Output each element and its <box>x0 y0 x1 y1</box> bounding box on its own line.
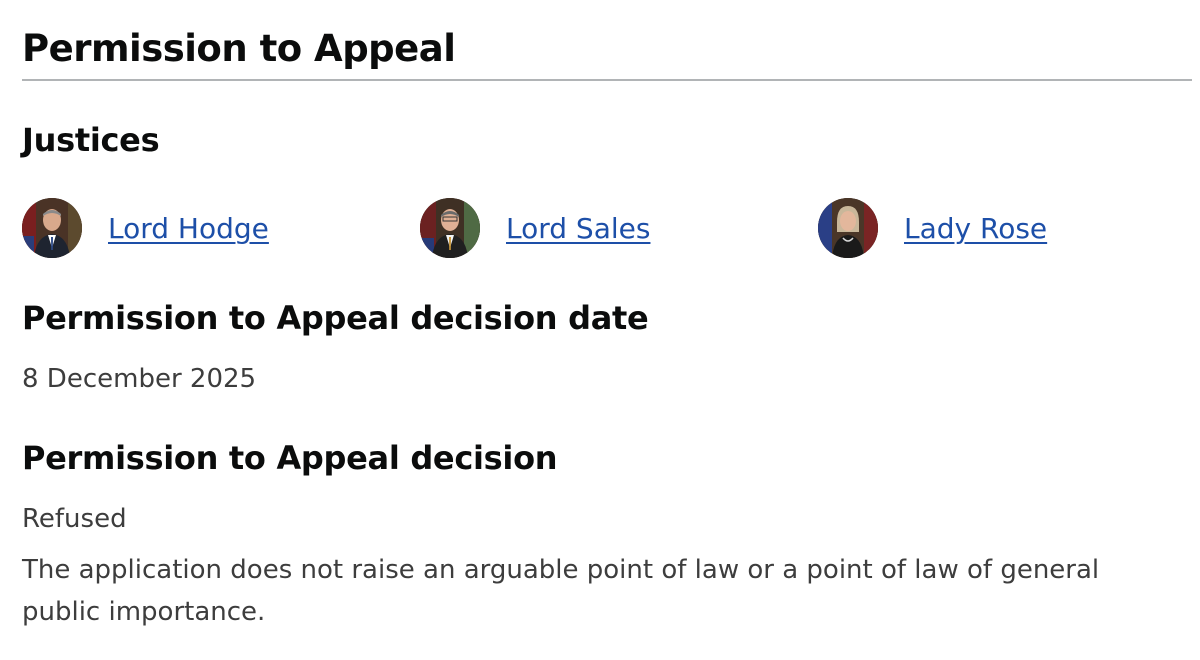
permission-to-appeal-page: Permission to Appeal Justices Lord Hodge <box>0 0 1200 660</box>
decision-reason: The application does not raise an arguab… <box>22 555 1100 627</box>
justice-link-lady-rose[interactable]: Lady Rose <box>904 212 1047 245</box>
justice-item-lady-rose: Lady Rose <box>818 197 1047 259</box>
justices-list: Lord Hodge Lord Sales Lady Rose <box>22 197 1192 259</box>
page-title: Permission to Appeal <box>22 27 456 70</box>
title-divider <box>22 79 1192 81</box>
decision-date-value: 8 December 2025 <box>22 364 257 394</box>
decision-outcome: Refused <box>22 504 127 534</box>
justice-item-lord-hodge: Lord Hodge <box>22 197 269 259</box>
justices-heading: Justices <box>22 121 160 159</box>
justice-link-lord-hodge[interactable]: Lord Hodge <box>108 212 269 245</box>
justice-item-lord-sales: Lord Sales <box>420 197 650 259</box>
decision-heading: Permission to Appeal decision <box>22 439 558 477</box>
avatar <box>22 198 82 258</box>
decision-date-heading: Permission to Appeal decision date <box>22 299 649 337</box>
justice-link-lord-sales[interactable]: Lord Sales <box>506 212 650 245</box>
avatar <box>420 198 480 258</box>
avatar <box>818 198 878 258</box>
